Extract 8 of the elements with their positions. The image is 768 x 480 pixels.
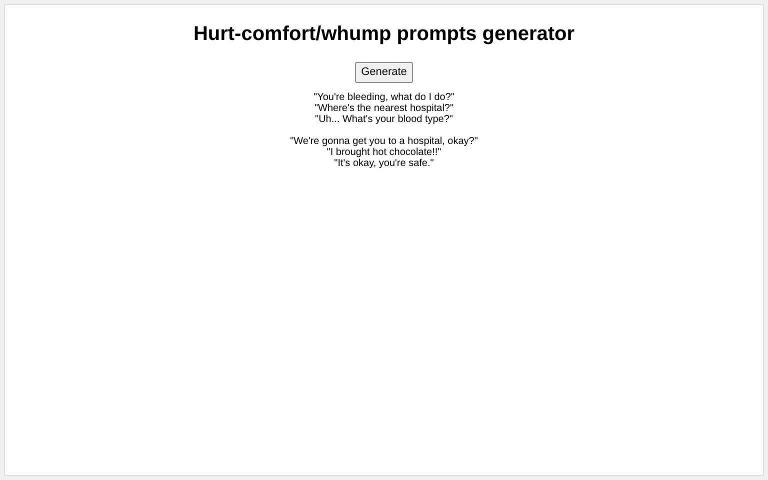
prompt-text: "Uh... What's your blood type?" <box>315 114 453 124</box>
prompt-text: "I brought hot chocolate!!" <box>326 146 442 158</box>
prompt-text: "Where's the nearest hospital?" <box>314 102 454 114</box>
prompt-text: "It's okay, you're safe." <box>334 158 434 168</box>
prompt-text: "You're bleeding, what do I do?" <box>314 92 454 102</box>
generate-button[interactable]: Generate <box>355 62 413 82</box>
page-title: Hurt-comfort/whump prompts generator <box>193 22 575 47</box>
prompt-text: "We're gonna get you to a hospital, okay?" <box>290 136 478 146</box>
